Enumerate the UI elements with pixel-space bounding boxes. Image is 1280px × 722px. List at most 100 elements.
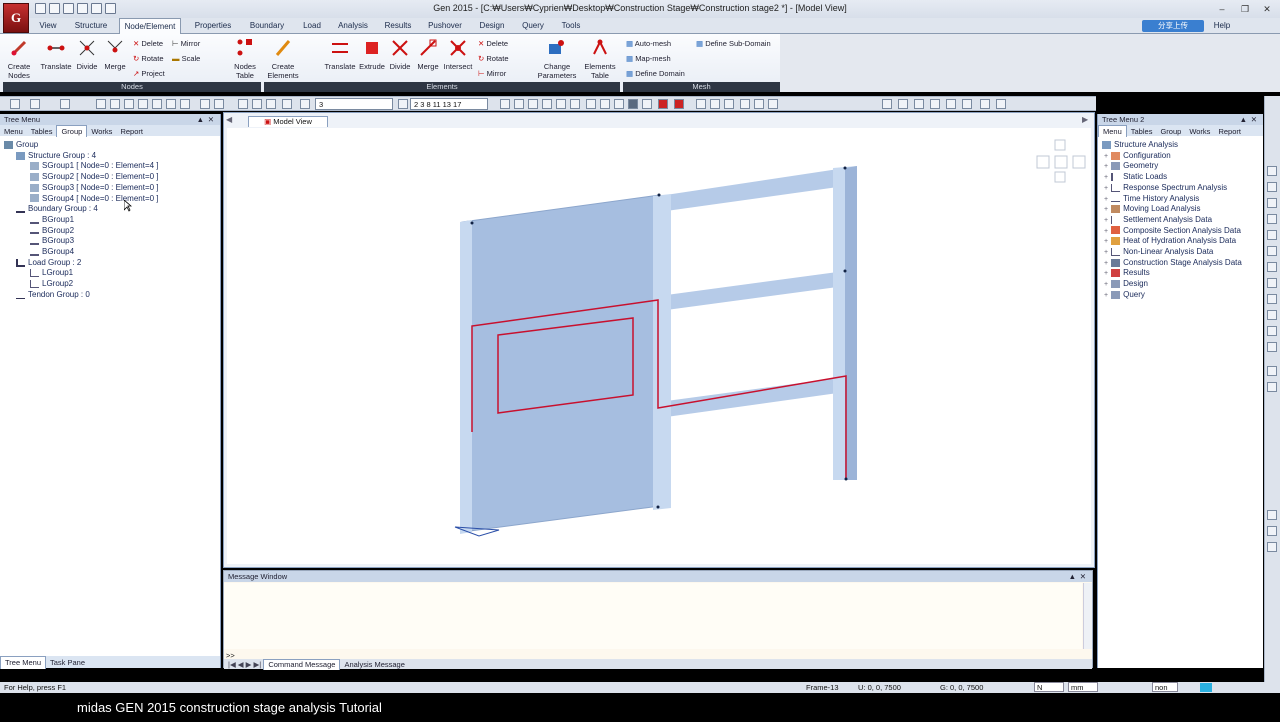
- menu-tools[interactable]: Tools: [558, 18, 584, 34]
- side-icon-7[interactable]: [1267, 262, 1277, 272]
- define-domain-button[interactable]: ▦ Define Domain: [626, 69, 685, 78]
- tree-node-bgroup3[interactable]: BGroup3: [30, 236, 74, 247]
- tree-node-load-group[interactable]: Load Group : 2: [16, 258, 81, 269]
- side-icon-3[interactable]: [1267, 198, 1277, 208]
- node-display-select[interactable]: non: [1152, 682, 1178, 692]
- node-select-icon[interactable]: [282, 99, 292, 109]
- menu-load[interactable]: Load: [300, 18, 324, 34]
- node-number-combo[interactable]: 3: [315, 98, 393, 110]
- translate-elements-button[interactable]: Translate: [322, 62, 358, 71]
- tab-analysis-message[interactable]: Analysis Message: [340, 660, 408, 670]
- preview-icon[interactable]: [105, 3, 116, 14]
- snap-line-icon[interactable]: [152, 99, 162, 109]
- close-panel-2-icon[interactable]: ✕: [1251, 114, 1257, 125]
- display-icon-1[interactable]: [500, 99, 510, 109]
- elements-table-button[interactable]: Elements Table: [581, 62, 619, 80]
- message-scrollbar[interactable]: [1083, 583, 1092, 649]
- display-icon-8[interactable]: [696, 99, 706, 109]
- length-unit-select[interactable]: mm: [1068, 682, 1098, 692]
- tab-tables[interactable]: Tables: [27, 126, 57, 137]
- snap-element-icon[interactable]: [138, 99, 148, 109]
- tab-works[interactable]: Works: [87, 126, 116, 137]
- change-parameters-button[interactable]: Change Parameters: [536, 62, 578, 80]
- display-icon-3[interactable]: [528, 99, 538, 109]
- tree-node-sgroup4[interactable]: SGroup4 [ Node=0 : Element=0 ]: [30, 194, 159, 205]
- display-icon-10[interactable]: [724, 99, 734, 109]
- tab2-tables[interactable]: Tables: [1127, 126, 1157, 137]
- display-icon-9[interactable]: [710, 99, 720, 109]
- side-icon-10[interactable]: [1267, 310, 1277, 320]
- search-icon[interactable]: [1267, 510, 1277, 520]
- view-icon-4[interactable]: [930, 99, 940, 109]
- define-sub-domain-button[interactable]: ▦ Define Sub-Domain: [696, 39, 771, 48]
- tab-report[interactable]: Report: [116, 126, 147, 137]
- view-icon-2[interactable]: [898, 99, 908, 109]
- snap-mid-icon[interactable]: [166, 99, 176, 109]
- message-tab-nav-icons[interactable]: |◀ ◀ ▶ ▶|: [228, 660, 261, 669]
- pan-icon[interactable]: [238, 99, 248, 109]
- view-icon-1[interactable]: [882, 99, 892, 109]
- menu-help[interactable]: Help: [1210, 18, 1234, 34]
- side-icon-1[interactable]: [1267, 166, 1277, 176]
- mirror-elements-button[interactable]: ⊢ Mirror: [478, 69, 506, 78]
- model-canvas[interactable]: [227, 128, 1091, 564]
- merge-nodes-button[interactable]: Merge: [101, 62, 129, 71]
- extrude-button[interactable]: Extrude: [357, 62, 387, 71]
- status-color-icon[interactable]: [1200, 683, 1212, 692]
- close-panel-icon[interactable]: ✕: [208, 114, 214, 125]
- app-logo[interactable]: G: [3, 3, 29, 33]
- tab-menu[interactable]: Menu: [0, 126, 27, 137]
- side-icon-2[interactable]: [1267, 182, 1277, 192]
- display-icon-2[interactable]: [514, 99, 524, 109]
- snap-icon[interactable]: [96, 99, 106, 109]
- force-unit-select[interactable]: N: [1034, 682, 1064, 692]
- rotate-view-icon[interactable]: [252, 99, 262, 109]
- tree-node-group[interactable]: Group: [4, 140, 38, 151]
- tab-scroll-left-icon[interactable]: ◀: [226, 115, 236, 125]
- view-icon-6[interactable]: [962, 99, 972, 109]
- tree-node-bgroup4[interactable]: BGroup4: [30, 247, 74, 258]
- tab-group[interactable]: Group: [56, 125, 88, 137]
- redo-icon[interactable]: [30, 99, 40, 109]
- side-icon-8[interactable]: [1267, 278, 1277, 288]
- open-file-icon[interactable]: [49, 3, 60, 14]
- merge-elements-button[interactable]: Merge: [414, 62, 442, 71]
- tab-tree-menu[interactable]: Tree Menu: [0, 656, 46, 669]
- save-icon[interactable]: [63, 3, 74, 14]
- scale-nodes-button[interactable]: ▬ Scale: [172, 54, 200, 63]
- snap-grid-icon[interactable]: [110, 99, 120, 109]
- rotate-elements-button[interactable]: ↻ Rotate: [478, 54, 509, 63]
- divide-nodes-button[interactable]: Divide: [73, 62, 101, 71]
- tree-node-lgroup2[interactable]: LGroup2: [30, 279, 73, 290]
- menu-structure[interactable]: Structure: [72, 18, 110, 34]
- side-icon-11[interactable]: [1267, 326, 1277, 336]
- side-icon-16[interactable]: [1267, 526, 1277, 536]
- side-icon-14[interactable]: [1267, 382, 1277, 392]
- display-icon-13[interactable]: [768, 99, 778, 109]
- tab2-menu[interactable]: Menu: [1098, 125, 1127, 137]
- select-by-number-icon[interactable]: [300, 99, 310, 109]
- tree-node-lgroup1[interactable]: LGroup1: [30, 268, 73, 279]
- tree-node-bgroup1[interactable]: BGroup1: [30, 215, 74, 226]
- divide-elements-button[interactable]: Divide: [386, 62, 414, 71]
- pin-2-icon[interactable]: ▲: [1240, 114, 1247, 125]
- view-icon-3[interactable]: [914, 99, 924, 109]
- tab2-works[interactable]: Works: [1185, 126, 1214, 137]
- menu-node-element[interactable]: Node/Element: [119, 18, 181, 35]
- side-icon-13[interactable]: [1267, 366, 1277, 376]
- tab-task-pane[interactable]: Task Pane: [46, 657, 89, 669]
- tree-node-sgroup1[interactable]: SGroup1 [ Node=0 : Element=4 ]: [30, 161, 159, 172]
- delete-elements-button[interactable]: ✕ Delete: [478, 39, 508, 48]
- table-grid-icon[interactable]: [996, 99, 1006, 109]
- view-point-icon[interactable]: [266, 99, 276, 109]
- tab2-report[interactable]: Report: [1214, 126, 1245, 137]
- save-as-icon[interactable]: [77, 3, 88, 14]
- side-icon-5[interactable]: [1267, 230, 1277, 240]
- tree-node-structure-group[interactable]: Structure Group : 4: [16, 151, 96, 162]
- pin-message-icon[interactable]: ▲: [1069, 571, 1076, 582]
- display-icon-5[interactable]: [556, 99, 566, 109]
- print-icon[interactable]: [91, 3, 102, 14]
- select-icon[interactable]: [60, 99, 70, 109]
- minimize-icon[interactable]: –: [1213, 2, 1231, 16]
- display-icon-4[interactable]: [542, 99, 552, 109]
